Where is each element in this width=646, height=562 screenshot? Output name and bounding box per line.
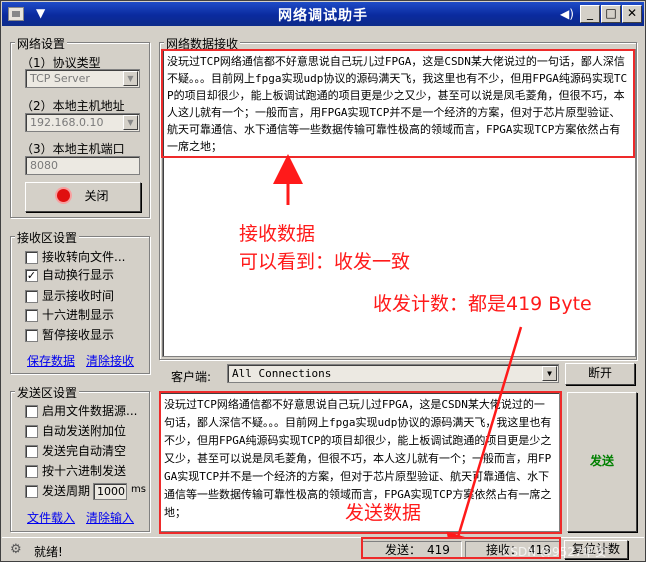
checkbox-label: 发送周期 [42, 484, 91, 498]
local-port-label: （3）本地主机端口 [21, 142, 125, 156]
local-ip-label: （2）本地主机地址 [21, 99, 125, 113]
load-file-link[interactable]: 文件载入 [27, 509, 75, 526]
annotation-receive-title: 接收数据 [239, 223, 316, 245]
checkbox-label: 发送完自动清空 [42, 444, 127, 458]
local-port-input[interactable]: 8080 [25, 156, 140, 175]
send-button[interactable]: 发送 [567, 392, 637, 532]
status-dot-icon [57, 189, 71, 202]
send-period-input[interactable]: 1000 [93, 483, 127, 500]
clear-receive-link[interactable]: 清除接收 [86, 352, 134, 369]
close-window-button[interactable]: ✕ [622, 5, 642, 23]
save-data-link[interactable]: 保存数据 [27, 352, 75, 369]
status-gear-icon: ⚙ [10, 542, 22, 557]
close-connection-label: 关闭 [84, 189, 109, 203]
counter-highlight-box [361, 537, 561, 559]
checkbox-box[interactable] [25, 251, 38, 264]
local-ip-select[interactable]: 192.168.0.10 ▼ [25, 113, 140, 132]
annotation-count-note: 收发计数：都是419 Byte [373, 293, 592, 315]
checkbox-label: 暂停接收显示 [42, 328, 115, 342]
annotation-send-note: 发送数据 [345, 502, 422, 524]
checkbox-label: 接收转向文件... [42, 250, 126, 264]
title-bar[interactable]: ▼ 网络调试助手 ◀) _ □ ✕ [2, 2, 644, 26]
checkbox-box[interactable] [25, 309, 38, 322]
checkbox-box[interactable] [25, 405, 38, 418]
send-button-label: 发送 [589, 454, 614, 468]
client-select[interactable]: All Connections ▼ [227, 364, 559, 383]
checkbox-box[interactable] [25, 465, 38, 478]
group-title: 发送区设置 [15, 384, 80, 401]
checkbox-label: 自动换行显示 [42, 268, 115, 282]
close-connection-button[interactable]: 关闭 [25, 182, 141, 212]
group-title: 接收区设置 [15, 229, 80, 246]
checkbox-box[interactable]: ✓ [25, 269, 38, 282]
app-window: ▼ 网络调试助手 ◀) _ □ ✕ 网络设置 （1）协议类型 TCP Serve… [0, 0, 646, 562]
checkbox-label: 按十六进制发送 [42, 464, 127, 478]
checkbox-box[interactable] [25, 329, 38, 342]
local-ip-value: 192.168.0.10 [30, 116, 104, 129]
chevron-down-icon[interactable]: ▼ [542, 366, 557, 381]
checkbox-box[interactable] [25, 425, 38, 438]
checkbox-label: 启用文件数据源... [42, 404, 138, 418]
chevron-down-icon[interactable]: ▼ [123, 71, 138, 86]
window-title: 网络调试助手 [278, 8, 368, 24]
minimize-button[interactable]: _ [580, 5, 600, 23]
clear-input-link[interactable]: 清除输入 [86, 509, 134, 526]
disconnect-button[interactable]: 断开 [565, 363, 635, 385]
checkbox-label: 自动发送附加位 [42, 424, 127, 438]
speaker-icon[interactable]: ◀) [560, 7, 574, 21]
chevron-down-icon[interactable]: ▼ [123, 115, 138, 130]
annotation-receive-note: 可以看到：收发一致 [239, 251, 411, 273]
protocol-select[interactable]: TCP Server ▼ [25, 69, 140, 88]
checkbox-box[interactable] [25, 485, 38, 498]
client-value: All Connections [232, 367, 332, 380]
protocol-value: TCP Server [30, 72, 90, 85]
client-label: 客户端: [171, 370, 212, 384]
checkbox-box[interactable] [25, 290, 38, 303]
checkbox-label: 显示接收时间 [42, 289, 115, 303]
send-period-unit: ms [131, 484, 146, 495]
maximize-button[interactable]: □ [601, 5, 621, 23]
checkbox-label: 十六进制显示 [42, 308, 115, 322]
status-ready: 就绪! [34, 545, 63, 559]
receive-highlight-box [161, 49, 635, 158]
checkbox-box[interactable] [25, 445, 38, 458]
group-title: 网络设置 [15, 35, 68, 52]
